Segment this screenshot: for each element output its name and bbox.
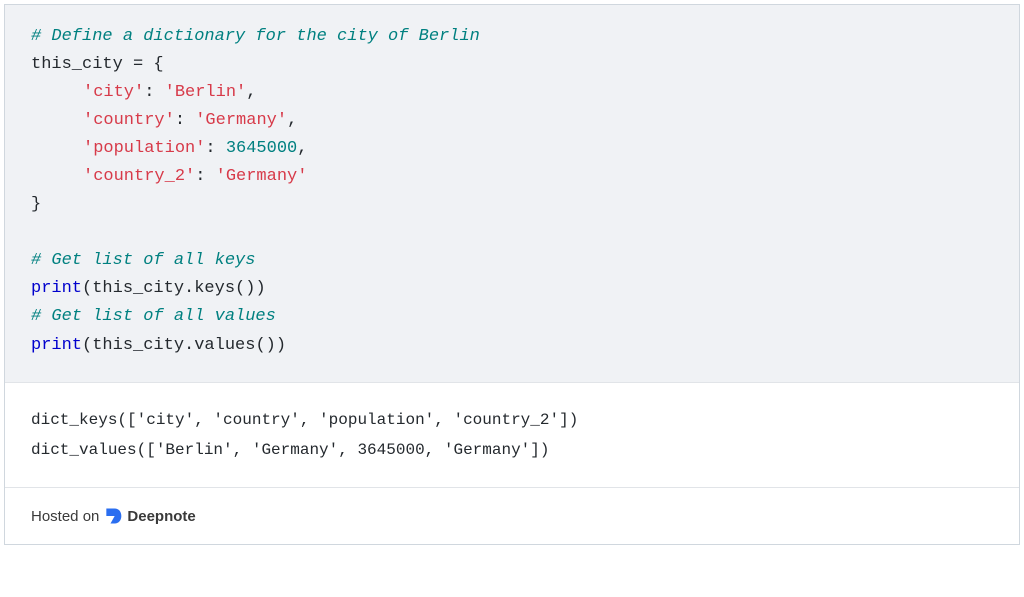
code-line: } xyxy=(31,195,41,214)
code-keyword: print xyxy=(31,279,82,298)
code-sep: : xyxy=(144,83,164,102)
code-keyword: print xyxy=(31,336,82,355)
hosted-on-label: Hosted on xyxy=(31,508,99,525)
code-sep: : xyxy=(205,139,225,158)
code-comma: , xyxy=(297,139,307,158)
output-line: dict_values(['Berlin', 'Germany', 364500… xyxy=(31,435,993,465)
code-content: # Define a dictionary for the city of Be… xyxy=(31,23,993,360)
dict-key: 'country' xyxy=(83,111,175,130)
code-comment: # Get list of all keys xyxy=(31,251,255,270)
code-sep: : xyxy=(175,111,195,130)
deepnote-logo-icon xyxy=(103,506,123,526)
dict-key: 'city' xyxy=(83,83,144,102)
notebook-cell: # Define a dictionary for the city of Be… xyxy=(4,4,1020,545)
code-comment: # Define a dictionary for the city of Be… xyxy=(31,27,480,46)
dict-value-string: 'Germany' xyxy=(195,111,287,130)
code-sep: : xyxy=(195,167,215,186)
code-output-block: dict_keys(['city', 'country', 'populatio… xyxy=(5,383,1019,489)
code-comment: # Get list of all values xyxy=(31,307,276,326)
code-input-block: # Define a dictionary for the city of Be… xyxy=(5,5,1019,383)
dict-key: 'population' xyxy=(83,139,205,158)
dict-value-number: 3645000 xyxy=(226,139,297,158)
output-line: dict_keys(['city', 'country', 'populatio… xyxy=(31,405,993,435)
code-call: (this_city.values()) xyxy=(82,336,286,355)
code-comma: , xyxy=(246,83,256,102)
code-line: this_city = { xyxy=(31,55,164,74)
dict-value-string: 'Germany' xyxy=(216,167,308,186)
hosted-footer[interactable]: Hosted on Deepnote xyxy=(5,488,1019,544)
code-comma: , xyxy=(287,111,297,130)
code-call: (this_city.keys()) xyxy=(82,279,266,298)
dict-key: 'country_2' xyxy=(83,167,195,186)
brand-name: Deepnote xyxy=(127,508,195,525)
dict-value-string: 'Berlin' xyxy=(165,83,247,102)
